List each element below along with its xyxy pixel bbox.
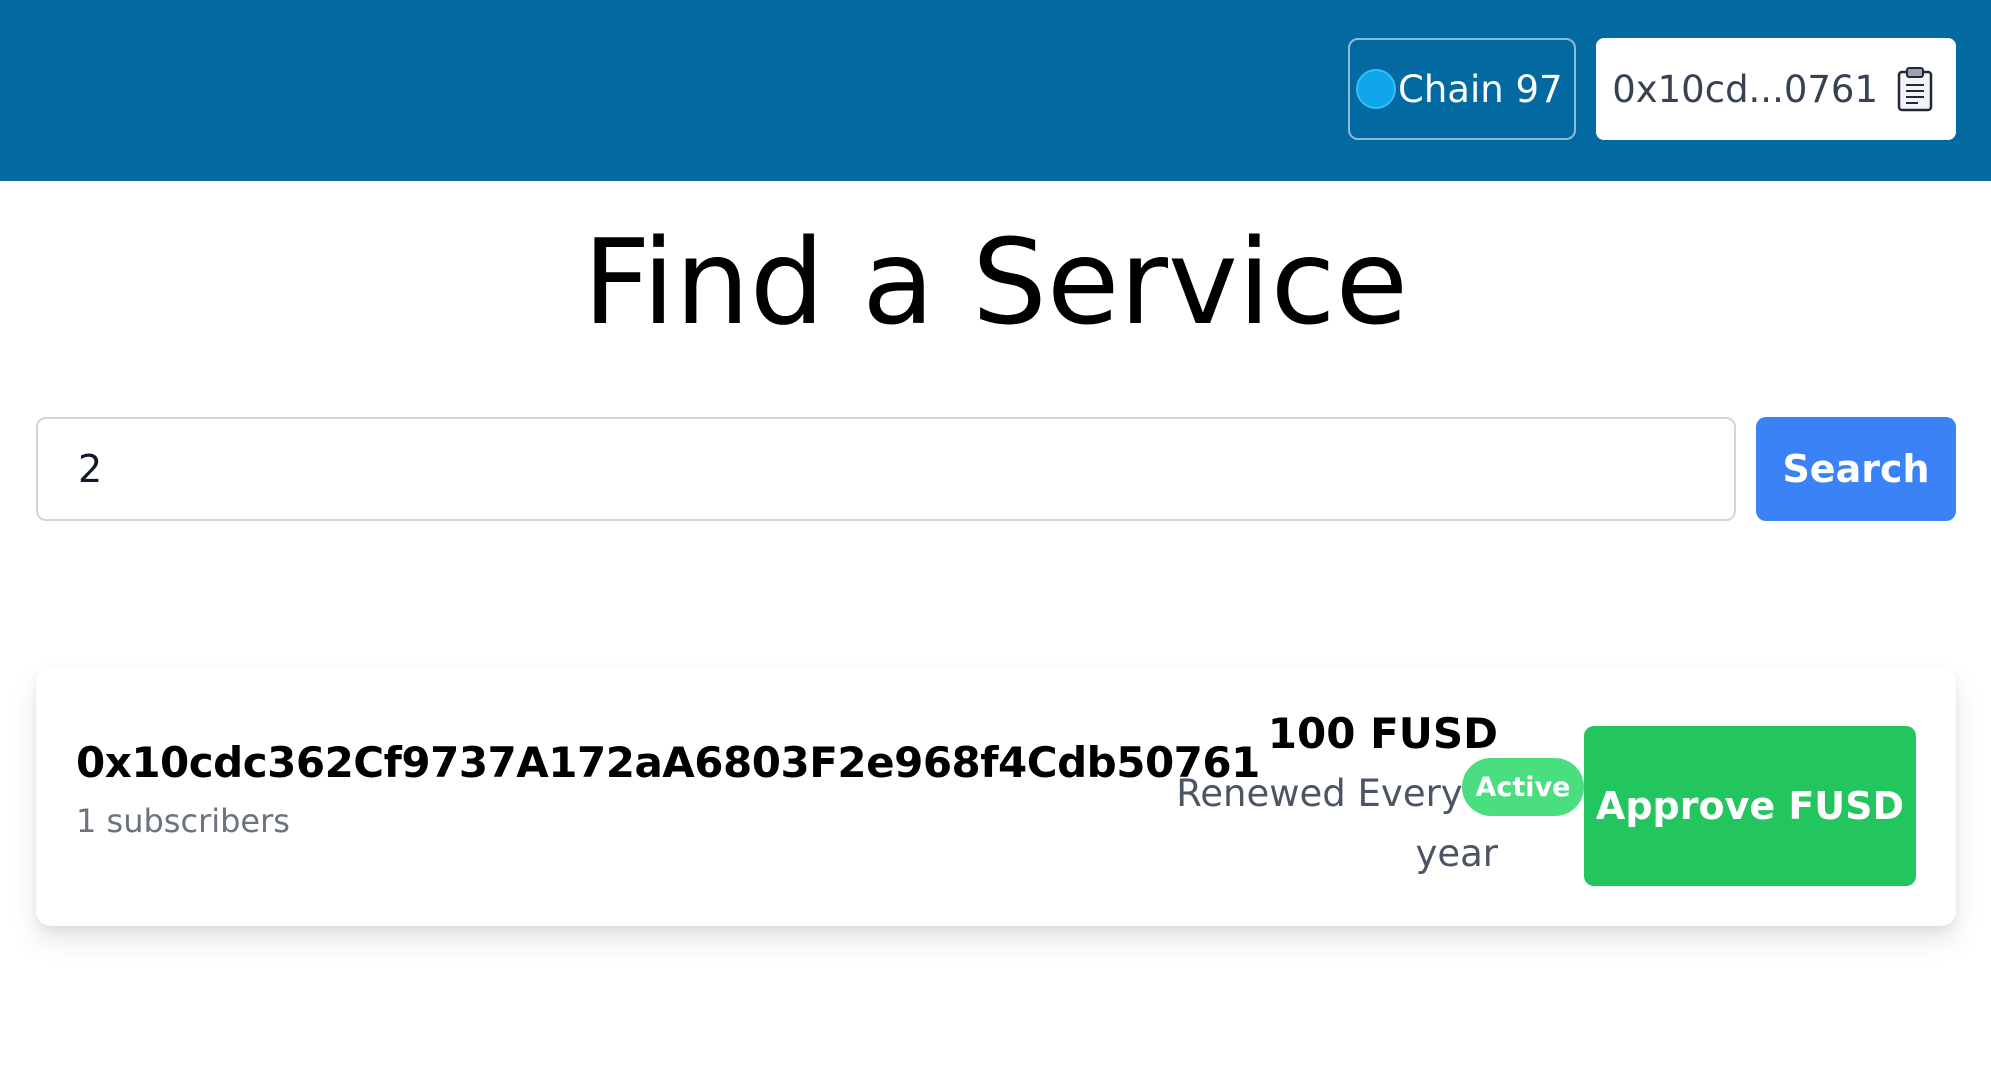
page-title: Find a Service bbox=[582, 213, 1409, 351]
renewal-period: Renewed Every 1 year bbox=[1176, 772, 1498, 875]
service-card: 0x10cdc362Cf9737A172aA6803F2e968f4Cdb507… bbox=[36, 668, 1956, 926]
search-input[interactable] bbox=[36, 417, 1736, 521]
chain-selector-button[interactable]: Chain 97 bbox=[1348, 38, 1576, 140]
clipboard-icon[interactable] bbox=[1896, 66, 1934, 112]
account-button[interactable]: 0x10cd...0761 bbox=[1596, 38, 1956, 140]
account-address: 0x10cd...0761 bbox=[1612, 67, 1878, 111]
search-button[interactable]: Search bbox=[1756, 417, 1956, 521]
chain-label: Chain 97 bbox=[1398, 67, 1563, 111]
price-block: 100 FUSD Renewed Every 1 year bbox=[1152, 704, 1498, 884]
service-price: 100 FUSD bbox=[1267, 709, 1498, 758]
approve-fusd-button[interactable]: Approve FUSD bbox=[1584, 726, 1916, 886]
status-badge: Active bbox=[1462, 758, 1584, 816]
chain-status-icon bbox=[1356, 69, 1396, 109]
service-address: 0x10cdc362Cf9737A172aA6803F2e968f4Cdb507… bbox=[76, 738, 1260, 787]
subscriber-count: 1 subscribers bbox=[76, 802, 290, 840]
top-nav-bar: Chain 97 0x10cd...0761 bbox=[0, 0, 1991, 181]
